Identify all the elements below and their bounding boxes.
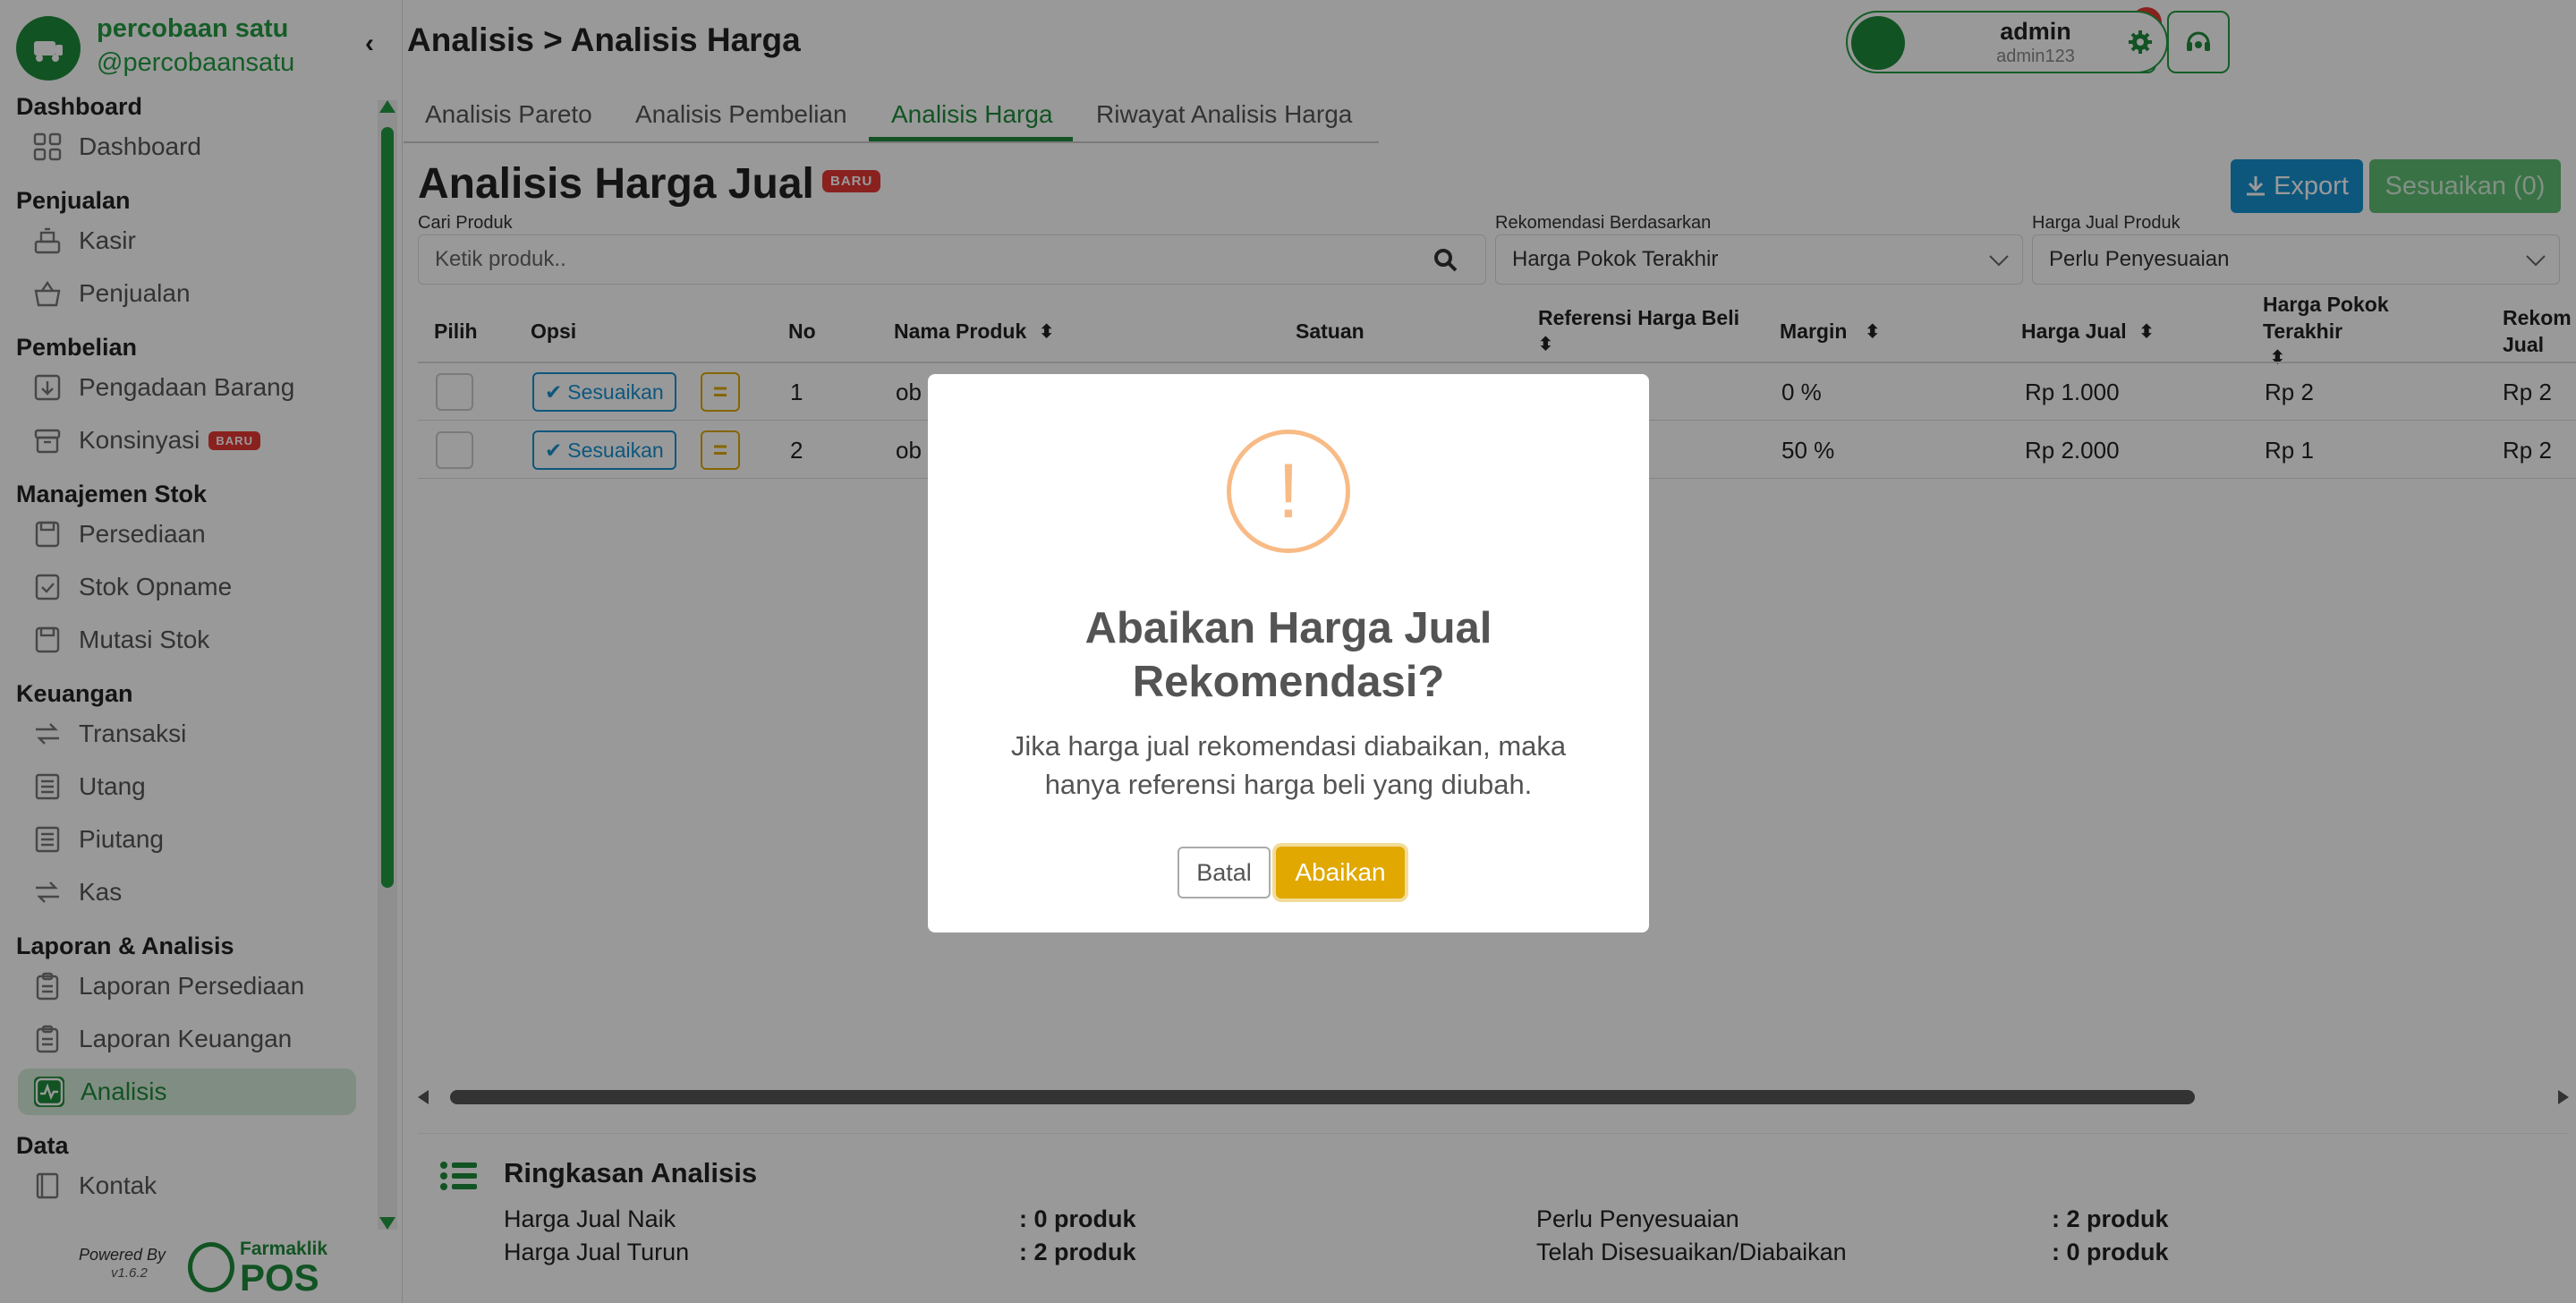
dialog-message: Jika harga jual rekomendasi diabaikan, m…: [1010, 730, 1567, 800]
warning-icon: !: [1227, 430, 1350, 553]
dialog-title: Abaikan Harga Jual Rekomendasi?: [1084, 604, 1492, 706]
app-root: percobaan satu @percobaansatu ‹ Dashboar…: [0, 0, 2576, 1303]
cancel-button[interactable]: Batal: [1177, 847, 1271, 898]
confirm-dialog: ! Abaikan Harga Jual Rekomendasi? Jika h…: [928, 374, 1649, 933]
modal-backdrop[interactable]: ! Abaikan Harga Jual Rekomendasi? Jika h…: [0, 0, 2576, 1303]
confirm-abaikan-button[interactable]: Abaikan: [1276, 847, 1405, 898]
